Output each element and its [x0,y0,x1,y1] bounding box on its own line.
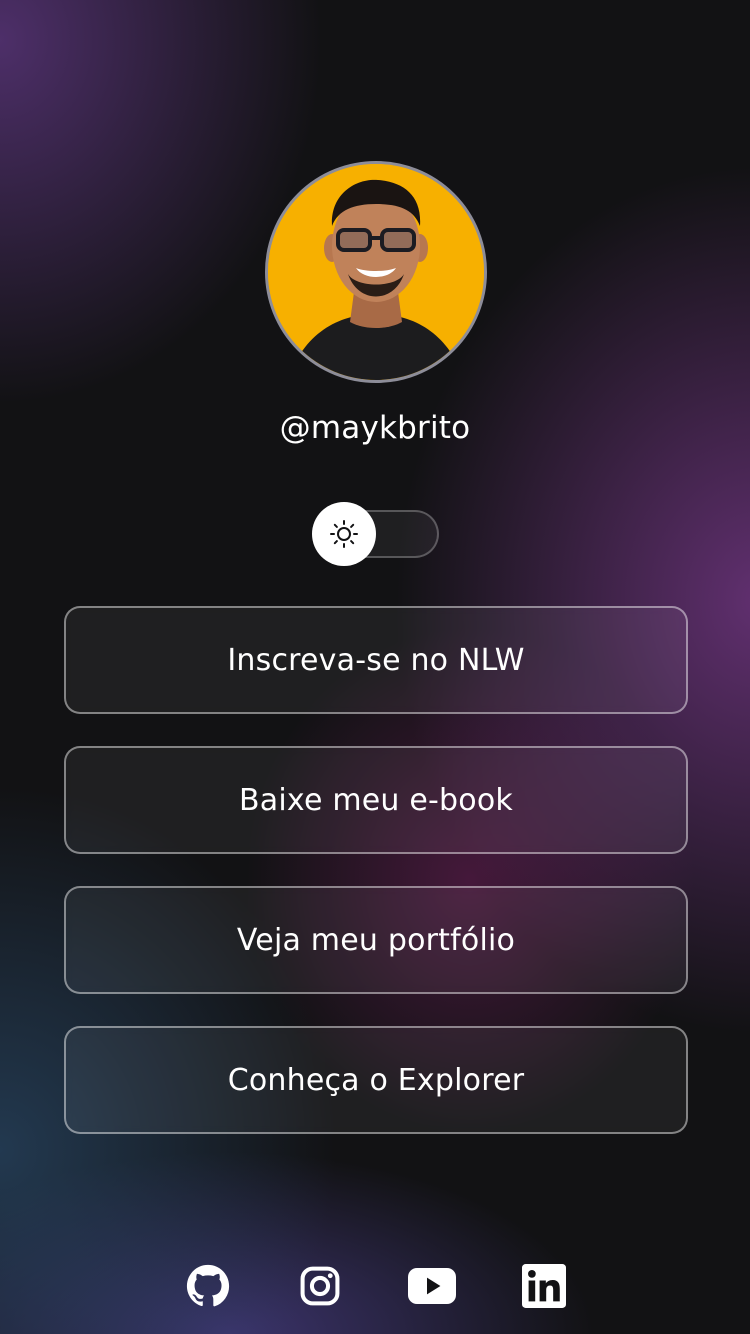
linkedin-icon[interactable] [520,1262,568,1310]
social-links [0,1262,750,1310]
link-button-ebook[interactable]: Baixe meu e-book [64,746,688,854]
theme-switch-knob[interactable] [312,502,376,566]
youtube-icon[interactable] [408,1262,456,1310]
username: @maykbrito [279,410,471,446]
avatar [265,161,487,383]
link-button-explorer[interactable]: Conheça o Explorer [64,1026,688,1134]
instagram-icon[interactable] [296,1262,344,1310]
links-list: Inscreva-se no NLW Baixe meu e-book Veja… [64,606,688,1166]
link-button-portfolio[interactable]: Veja meu portfólio [64,886,688,994]
link-button-nlw[interactable]: Inscreva-se no NLW [64,606,688,714]
sun-icon [330,520,358,548]
github-icon[interactable] [184,1262,232,1310]
